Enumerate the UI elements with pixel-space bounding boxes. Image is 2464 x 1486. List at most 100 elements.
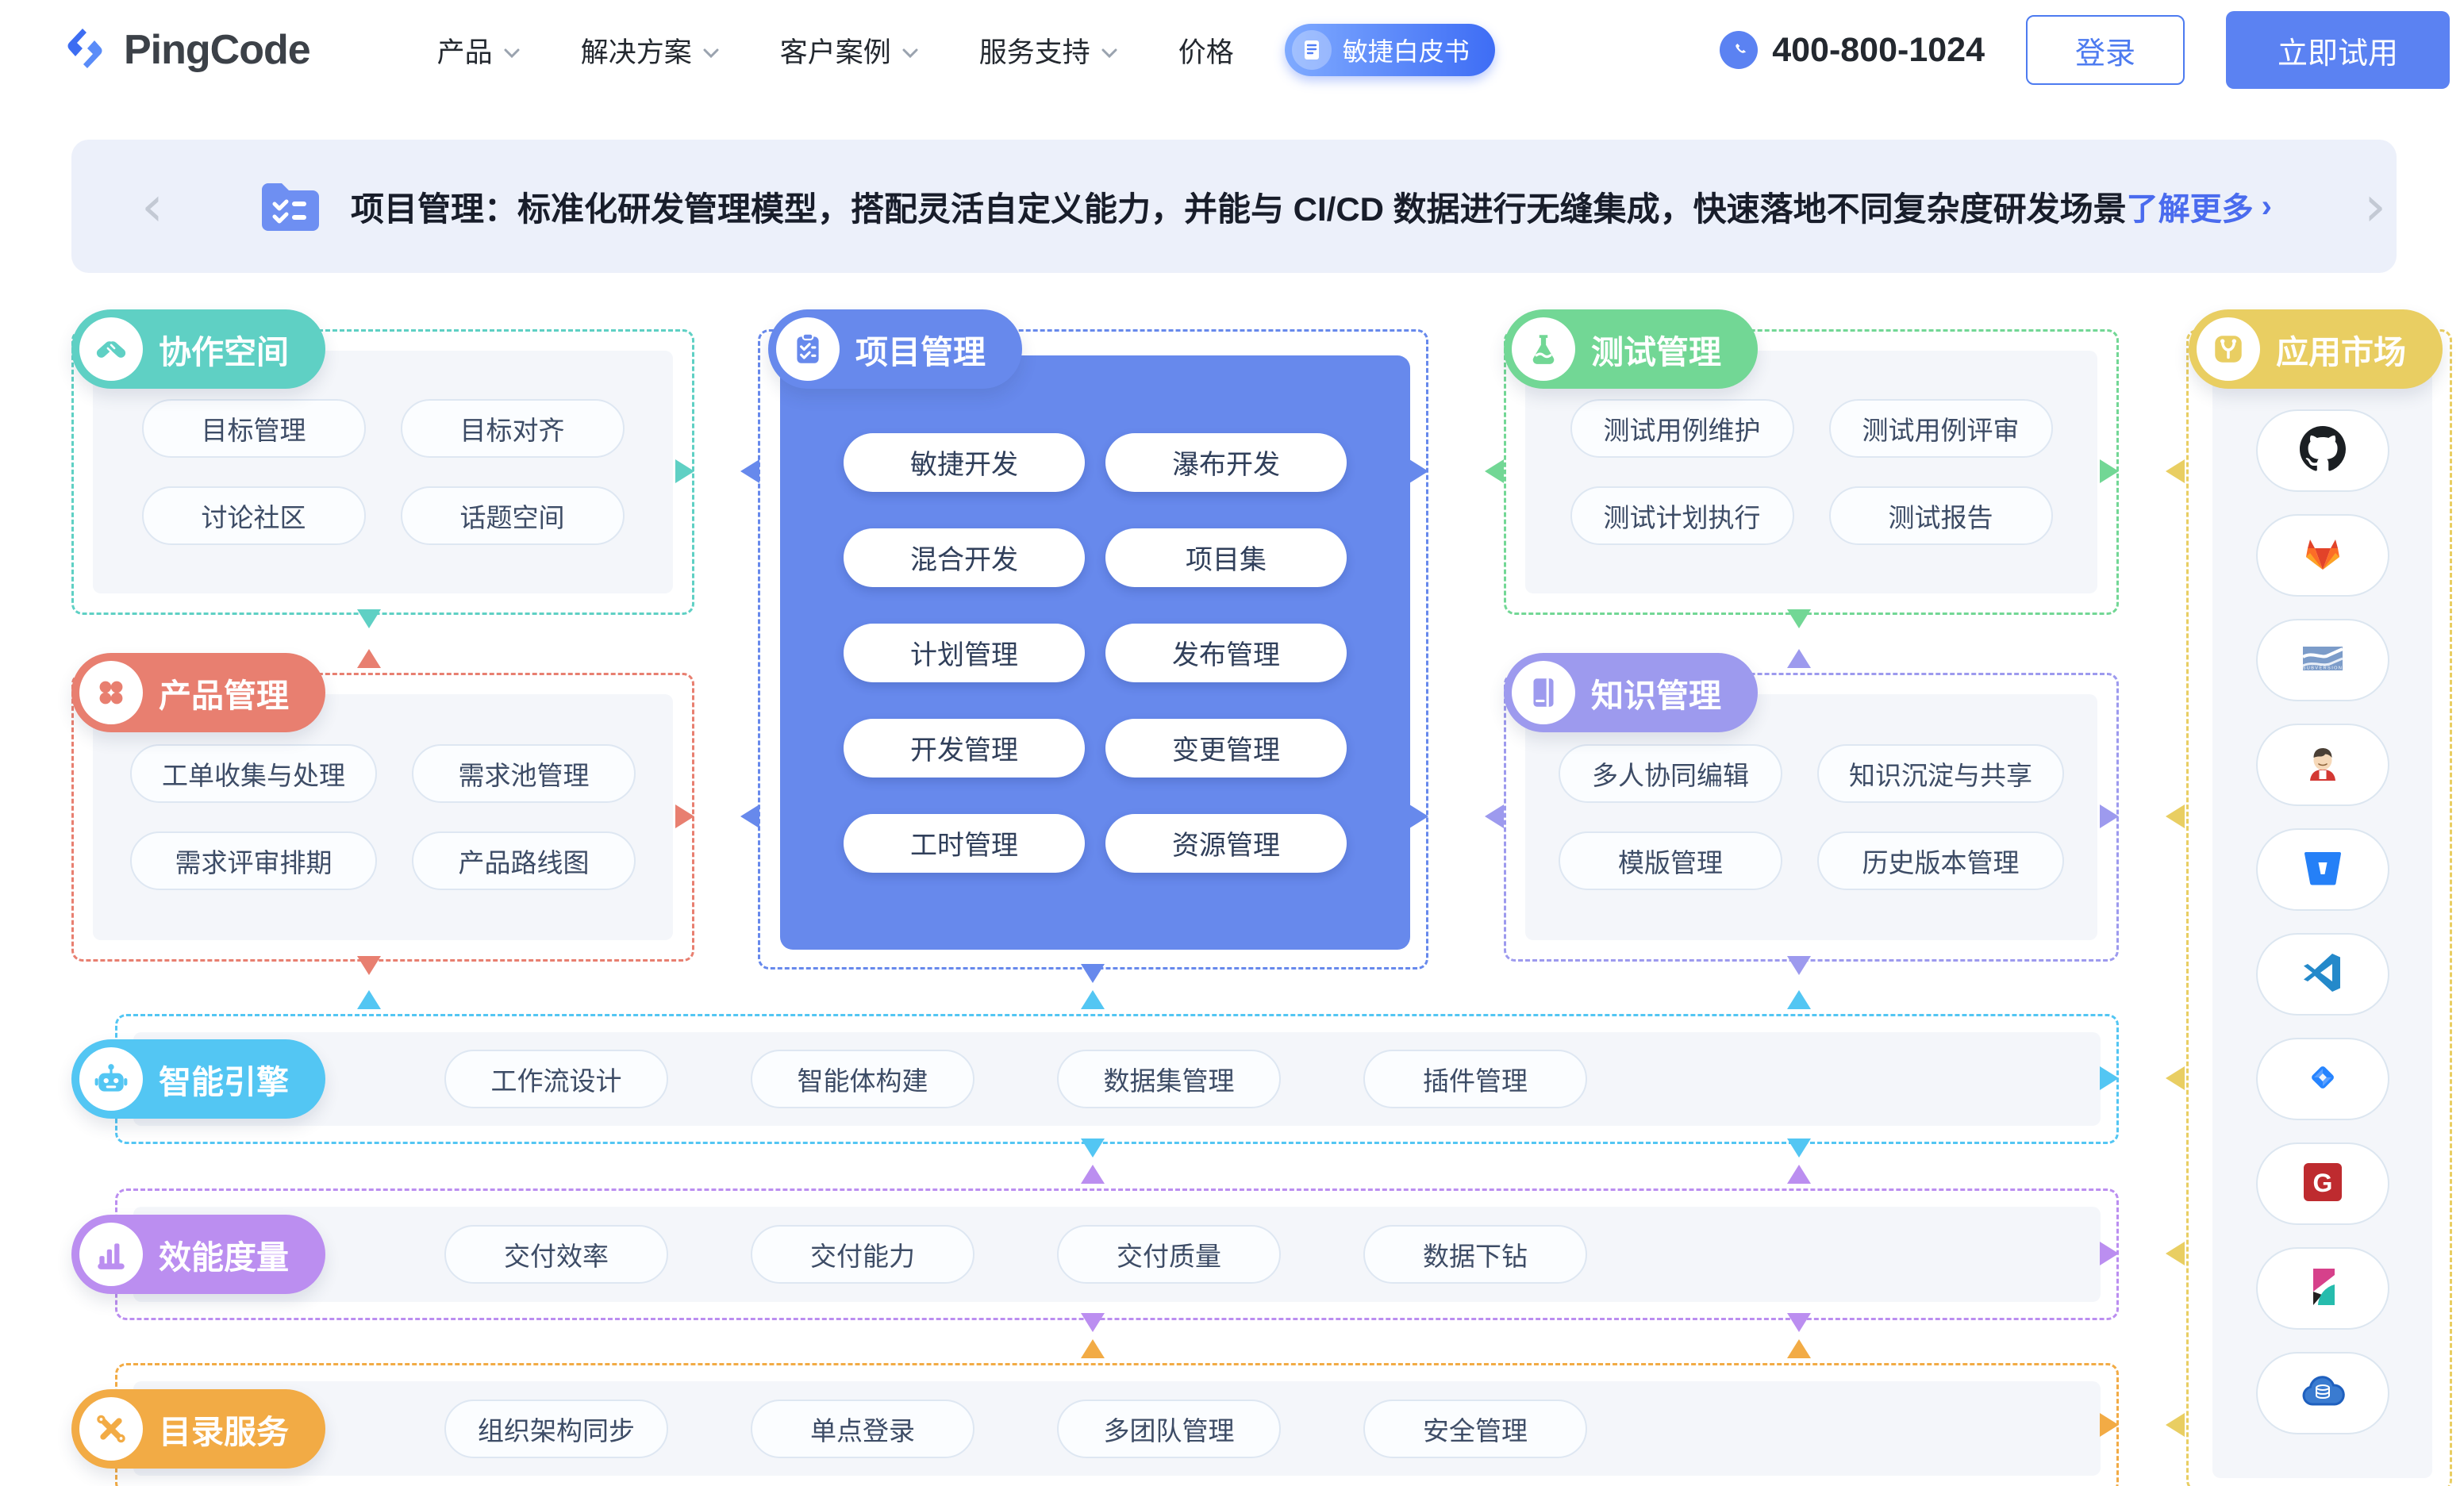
flow-arrow-left (2166, 804, 2185, 828)
section-badge-product: 产品管理 (71, 653, 325, 732)
announcement-banner: ‹ 项目管理：标准化研发管理模型，搭配灵活自定义能力，并能与 CI/CD 数据进… (71, 140, 2397, 273)
flow-arrow-up (1081, 1339, 1105, 1358)
app-jenkins[interactable] (2256, 724, 2389, 806)
flow-arrow-left (2166, 1066, 2185, 1090)
nav-item-customers[interactable]: 客户案例 (780, 30, 919, 71)
feature-pill[interactable]: 交付效率 (444, 1225, 668, 1284)
robot-icon (79, 1047, 143, 1111)
feature-pill[interactable]: 安全管理 (1363, 1400, 1587, 1458)
phone-number[interactable]: 400-800-1024 (1720, 31, 1985, 70)
flow-arrow-up (1081, 990, 1105, 1009)
banner-prev-icon[interactable]: ‹ (141, 179, 163, 234)
feature-pill[interactable]: 目标管理 (142, 399, 366, 458)
feature-pill[interactable]: 组织架构同步 (444, 1400, 668, 1458)
flow-arrow-left (740, 804, 759, 828)
feature-pill[interactable]: 资源管理 (1105, 814, 1347, 873)
feature-pill[interactable]: 敏捷开发 (844, 433, 1085, 492)
nav-item-pricing[interactable]: 价格 (1178, 30, 1234, 71)
top-navbar: PingCode 产品 解决方案 客户案例 服务支持 价格 (0, 0, 2464, 100)
feature-pill[interactable]: 混合开发 (844, 528, 1085, 587)
flow-arrow-up (1787, 649, 1811, 668)
feature-pill[interactable]: 多团队管理 (1057, 1400, 1281, 1458)
jira-icon (2301, 1055, 2345, 1104)
logo[interactable]: PingCode (59, 22, 310, 79)
flask-icon (1512, 317, 1575, 381)
banner-next-icon[interactable]: › (2364, 179, 2386, 234)
flow-arrow-left (1485, 459, 1504, 483)
feature-pill[interactable]: 计划管理 (844, 624, 1085, 682)
flow-arrow-left (2166, 1242, 2185, 1265)
subversion-icon: SUBVERSION (2300, 635, 2346, 685)
feature-pill[interactable]: 瀑布开发 (1105, 433, 1347, 492)
marketplace-panel: SUBVERSION G (2212, 354, 2432, 1478)
section-product-mgmt: 产品管理 工单收集与处理 需求池管理 需求评审排期 产品路线图 (71, 673, 694, 962)
flow-arrow-right (2100, 1066, 2119, 1090)
feature-pill[interactable]: 数据下钻 (1363, 1225, 1587, 1284)
app-gitlab[interactable] (2256, 514, 2389, 597)
flow-arrow-up (1787, 1165, 1811, 1184)
feature-pill[interactable]: 目标对齐 (401, 399, 625, 458)
handshake-icon (79, 317, 143, 381)
section-badge-knowledge: 知识管理 (1504, 653, 1758, 732)
feature-pill[interactable]: 工时管理 (844, 814, 1085, 873)
feature-pill[interactable]: 开发管理 (844, 719, 1085, 778)
feature-pill[interactable]: 发布管理 (1105, 624, 1347, 682)
whitepaper-badge[interactable]: 敏捷白皮书 (1285, 24, 1495, 76)
feature-pill[interactable]: 产品路线图 (412, 831, 636, 890)
learn-more-link[interactable]: 了解更多 › (2127, 183, 2272, 229)
app-kibana[interactable] (2256, 1247, 2389, 1330)
feature-pill[interactable]: 交付能力 (751, 1225, 974, 1284)
feature-pill[interactable]: 交付质量 (1057, 1225, 1281, 1284)
feature-pill[interactable]: 插件管理 (1363, 1050, 1587, 1108)
feature-pill[interactable]: 单点登录 (751, 1400, 974, 1458)
section-panel: 工作流设计 智能体构建 数据集管理 插件管理 (133, 1032, 2101, 1126)
feature-pill[interactable]: 需求评审排期 (130, 831, 377, 890)
flow-arrow-down (1787, 956, 1811, 975)
clipboard-check-icon (776, 317, 840, 381)
nav-item-support[interactable]: 服务支持 (979, 30, 1118, 71)
feature-pill[interactable]: 测试用例维护 (1570, 399, 1794, 458)
flow-arrow-up (1787, 1339, 1811, 1358)
flow-arrow-left (2166, 459, 2185, 483)
feature-pill[interactable]: 工作流设计 (444, 1050, 668, 1108)
section-badge-directory: 目录服务 (71, 1389, 325, 1469)
feature-pill[interactable]: 项目集 (1105, 528, 1347, 587)
app-gitee[interactable]: G (2256, 1142, 2389, 1225)
feature-pill[interactable]: 需求池管理 (412, 744, 636, 803)
feature-pill[interactable]: 讨论社区 (142, 486, 366, 545)
gitlab-icon (2301, 532, 2345, 580)
feature-pill[interactable]: 变更管理 (1105, 719, 1347, 778)
trial-button[interactable]: 立即试用 (2226, 11, 2450, 89)
feature-pill[interactable]: 历史版本管理 (1817, 831, 2064, 890)
app-cloud-database[interactable] (2256, 1352, 2389, 1434)
flow-arrow-right (675, 804, 694, 828)
feature-pill[interactable]: 测试报告 (1829, 486, 2053, 545)
feature-pill[interactable]: 模版管理 (1559, 831, 1782, 890)
pingcode-logo-icon (59, 22, 111, 79)
flow-arrow-up (1787, 990, 1811, 1009)
app-vscode[interactable] (2256, 933, 2389, 1016)
feature-pill[interactable]: 测试用例评审 (1829, 399, 2053, 458)
flower-icon (79, 661, 143, 724)
login-button[interactable]: 登录 (2026, 15, 2185, 85)
feature-pill[interactable]: 测试计划执行 (1570, 486, 1794, 545)
app-subversion[interactable]: SUBVERSION (2256, 619, 2389, 701)
nav-item-products[interactable]: 产品 (437, 30, 521, 71)
flow-arrow-right (2100, 804, 2119, 828)
feature-pill[interactable]: 话题空间 (401, 486, 625, 545)
chevron-down-icon (1101, 34, 1118, 66)
app-jira[interactable] (2256, 1038, 2389, 1120)
app-github[interactable] (2256, 409, 2389, 492)
feature-pill[interactable]: 数据集管理 (1057, 1050, 1281, 1108)
feature-pill[interactable]: 多人协同编辑 (1559, 744, 1782, 803)
feature-pill[interactable]: 智能体构建 (751, 1050, 974, 1108)
app-bitbucket[interactable] (2256, 828, 2389, 911)
arrow-right-icon: › (2262, 189, 2272, 225)
svg-text:G: G (2312, 1169, 2332, 1197)
feature-pill[interactable]: 知识沉淀与共享 (1817, 744, 2064, 803)
vscode-icon (2301, 950, 2345, 999)
feature-pill[interactable]: 工单收集与处理 (130, 744, 377, 803)
nav-item-solutions[interactable]: 解决方案 (581, 30, 720, 71)
section-badge-collab: 协作空间 (71, 309, 325, 389)
section-directory: 目录服务 组织架构同步 单点登录 多团队管理 安全管理 (115, 1363, 2119, 1486)
